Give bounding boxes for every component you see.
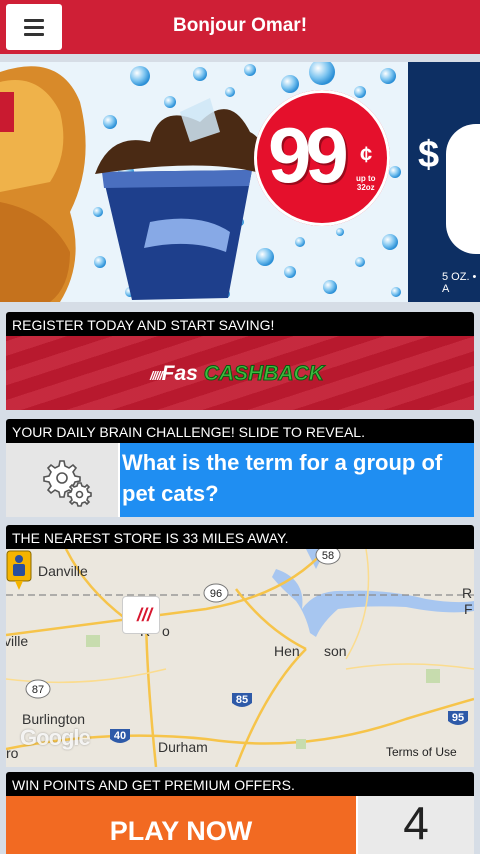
- brain-challenge-slider[interactable]: What is the term for a group of pet cats…: [6, 443, 474, 517]
- route-96-label: 96: [210, 588, 222, 600]
- logo-cashback: CASHBACK: [203, 362, 324, 386]
- offers-row: PLAY NOW 4: [6, 796, 474, 854]
- points-count: 4: [358, 796, 474, 854]
- size-note-line2: 32oz: [356, 183, 375, 192]
- map-label-ro: ro: [6, 745, 19, 761]
- fas-cashback-banner[interactable]: /////Fas CASHBACK: [6, 336, 474, 410]
- route-58-label: 58: [322, 550, 334, 562]
- route-87-label: 87: [32, 684, 44, 696]
- brain-question: What is the term for a group of pet cats…: [120, 443, 474, 517]
- nearest-store-heading: THE NEAREST STORE IS 33 MILES AWAY.: [6, 525, 474, 549]
- brain-challenge-heading: YOUR DAILY BRAIN CHALLENGE! SLIDE TO REV…: [6, 419, 474, 443]
- my-location-pin-icon[interactable]: [6, 549, 32, 591]
- promo-price-digit: [446, 124, 480, 254]
- size-note-line1: up to: [356, 174, 376, 183]
- store-map[interactable]: 58 96 87 85 40 95 Danville ville R o Hen…: [6, 549, 474, 767]
- promo-banner[interactable]: 99 ¢ up to 32oz $ 5 OZ. • A: [0, 62, 480, 302]
- route-85-label: 85: [236, 694, 248, 706]
- terms-of-use-link[interactable]: Terms of Use: [386, 745, 457, 759]
- offers-heading: WIN POINTS AND GET PREMIUM OFFERS.: [6, 772, 474, 796]
- page-title: Bonjour Omar!: [172, 15, 308, 36]
- map-label-roxboro-end: o: [162, 623, 170, 639]
- map-label-ville: ville: [6, 633, 29, 649]
- map-label-henderson-end: son: [324, 643, 347, 659]
- logo-lines: /////: [150, 369, 163, 383]
- promo-note: 5 OZ. • A: [442, 271, 477, 295]
- route-40-label: 40: [114, 730, 126, 742]
- size-note: up to 32oz: [356, 174, 376, 192]
- price-badge: 99 ¢ up to 32oz: [254, 90, 390, 226]
- store-logo-icon: ///: [137, 605, 153, 625]
- map-label-f-right: F: [464, 601, 473, 617]
- route-95-label: 95: [452, 712, 464, 724]
- logo-fas: Fas: [161, 362, 198, 385]
- map-label-durham: Durham: [158, 739, 208, 755]
- price-value: 99: [268, 111, 349, 199]
- promo-dollar: $: [418, 134, 440, 176]
- map-label-danville: Danville: [38, 563, 88, 579]
- map-label-henderson-start: Hen: [274, 643, 300, 659]
- register-heading: REGISTER TODAY AND START SAVING!: [6, 312, 474, 336]
- next-promo-slide[interactable]: $ 5 OZ. • A: [408, 62, 480, 302]
- play-now-button[interactable]: PLAY NOW: [6, 796, 356, 854]
- app-header: Bonjour Omar!: [0, 0, 480, 54]
- cents-symbol: ¢: [360, 142, 373, 167]
- store-location-marker[interactable]: ///: [122, 596, 160, 634]
- map-label-r-right: R: [462, 585, 473, 601]
- google-logo: Google: [20, 725, 91, 750]
- gears-icon[interactable]: [6, 443, 118, 517]
- fas-cashback-logo: /////Fas CASHBACK: [150, 362, 324, 386]
